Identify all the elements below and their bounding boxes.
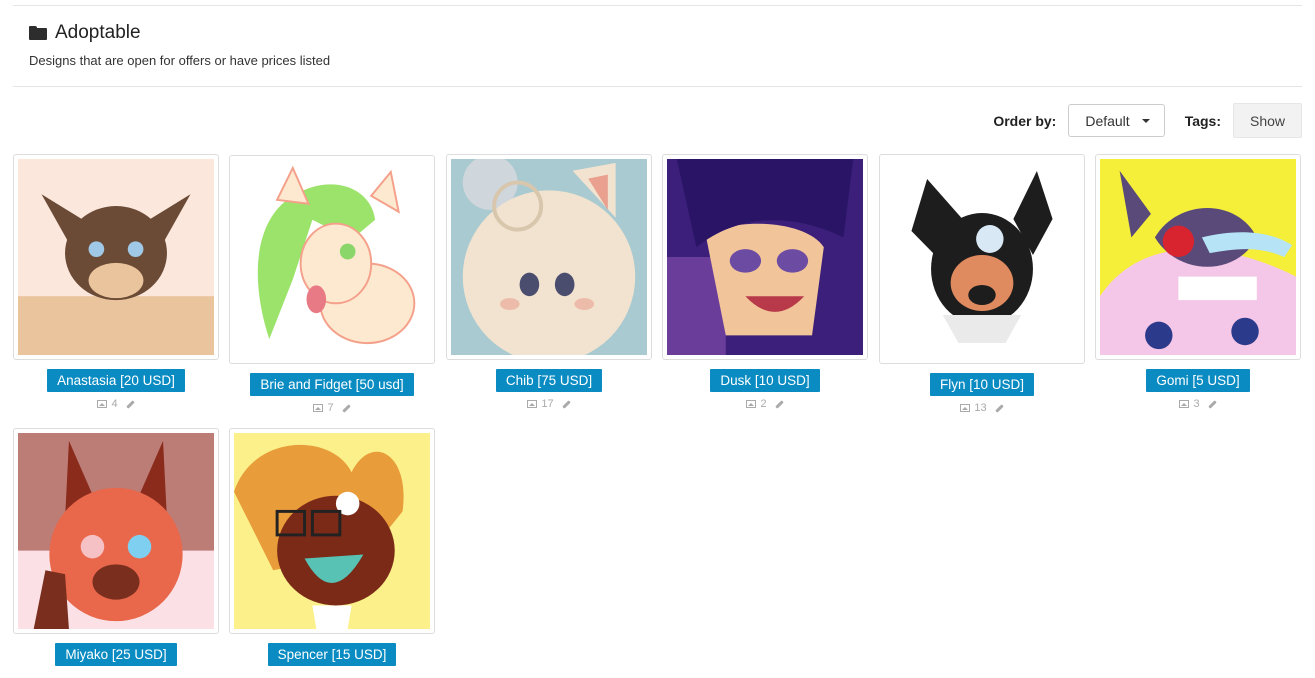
design-name-button[interactable]: Gomi [5 USD] <box>1146 369 1250 392</box>
image-icon <box>746 400 757 408</box>
design-image <box>234 160 430 359</box>
top-divider <box>13 5 1302 6</box>
image-icon <box>1179 400 1190 408</box>
caret-down-icon <box>1141 118 1150 123</box>
pencil-icon <box>994 403 1004 413</box>
design-image <box>18 433 214 629</box>
folder-icon <box>29 26 47 40</box>
design-card: Flyn [10 USD] 13 <box>879 154 1085 414</box>
design-image <box>1100 159 1296 355</box>
design-image <box>667 159 863 355</box>
image-count: 4 <box>111 398 118 410</box>
image-count: 3 <box>1193 398 1200 410</box>
image-icon <box>527 400 538 408</box>
design-meta: 2 <box>662 398 868 410</box>
page-title: Adoptable <box>55 22 141 43</box>
design-thumbnail[interactable] <box>1095 154 1301 360</box>
design-image <box>18 159 214 355</box>
design-meta: 7 <box>229 402 435 414</box>
pencil-icon <box>341 403 351 413</box>
design-card: Gomi [5 USD] 3 <box>1095 154 1301 410</box>
design-thumbnail[interactable] <box>446 154 652 360</box>
design-thumbnail[interactable] <box>662 154 868 360</box>
image-count: 2 <box>760 398 767 410</box>
image-icon <box>313 404 324 412</box>
design-thumbnail[interactable] <box>13 428 219 634</box>
design-card: Dusk [10 USD] 2 <box>662 154 868 410</box>
design-name-button[interactable]: Brie and Fidget [50 usd] <box>250 373 414 396</box>
page-subtitle: Designs that are open for offers or have… <box>29 53 331 68</box>
image-count: 13 <box>974 402 987 414</box>
order-by-label: Order by: <box>993 112 1057 129</box>
design-meta: 4 <box>13 398 219 410</box>
design-name-button[interactable]: Dusk [10 USD] <box>710 369 820 392</box>
tags-label: Tags: <box>1184 112 1221 129</box>
gallery-controls: Order by: Default Tags: Show <box>993 103 1302 138</box>
pencil-icon <box>561 399 571 409</box>
design-name-button[interactable]: Flyn [10 USD] <box>929 373 1035 396</box>
design-name-button[interactable]: Anastasia [20 USD] <box>47 369 185 392</box>
design-card: Anastasia [20 USD] 4 <box>13 154 219 410</box>
design-name-button[interactable]: Spencer [15 USD] <box>267 643 397 666</box>
image-icon <box>960 404 971 412</box>
design-thumbnail[interactable] <box>229 428 435 634</box>
design-image <box>234 433 430 629</box>
image-icon <box>97 400 108 408</box>
design-card: Chib [75 USD] 17 <box>446 154 652 410</box>
image-count: 7 <box>327 402 334 414</box>
design-meta: 13 <box>879 402 1085 414</box>
design-thumbnail[interactable] <box>879 154 1085 364</box>
design-card: Miyako [25 USD] <box>13 428 219 666</box>
order-by-dropdown[interactable]: Default <box>1068 104 1165 137</box>
pencil-icon <box>1207 399 1217 409</box>
design-meta: 3 <box>1095 398 1301 410</box>
design-thumbnail[interactable] <box>13 154 219 360</box>
page-header: Adoptable Designs that are open for offe… <box>29 22 330 68</box>
design-image <box>884 159 1080 359</box>
header-divider <box>13 86 1302 87</box>
design-thumbnail[interactable] <box>229 155 435 364</box>
pencil-icon <box>125 399 135 409</box>
design-image <box>451 159 647 355</box>
design-name-button[interactable]: Chib [75 USD] <box>495 369 603 392</box>
show-tags-button[interactable]: Show <box>1233 103 1302 138</box>
pencil-icon <box>774 399 784 409</box>
design-meta: 17 <box>446 398 652 410</box>
image-count: 17 <box>541 398 554 410</box>
order-by-value: Default <box>1085 112 1130 129</box>
design-card: Spencer [15 USD] <box>229 428 435 666</box>
design-name-button[interactable]: Miyako [25 USD] <box>55 643 177 666</box>
design-card: Brie and Fidget [50 usd] 7 <box>229 155 435 414</box>
